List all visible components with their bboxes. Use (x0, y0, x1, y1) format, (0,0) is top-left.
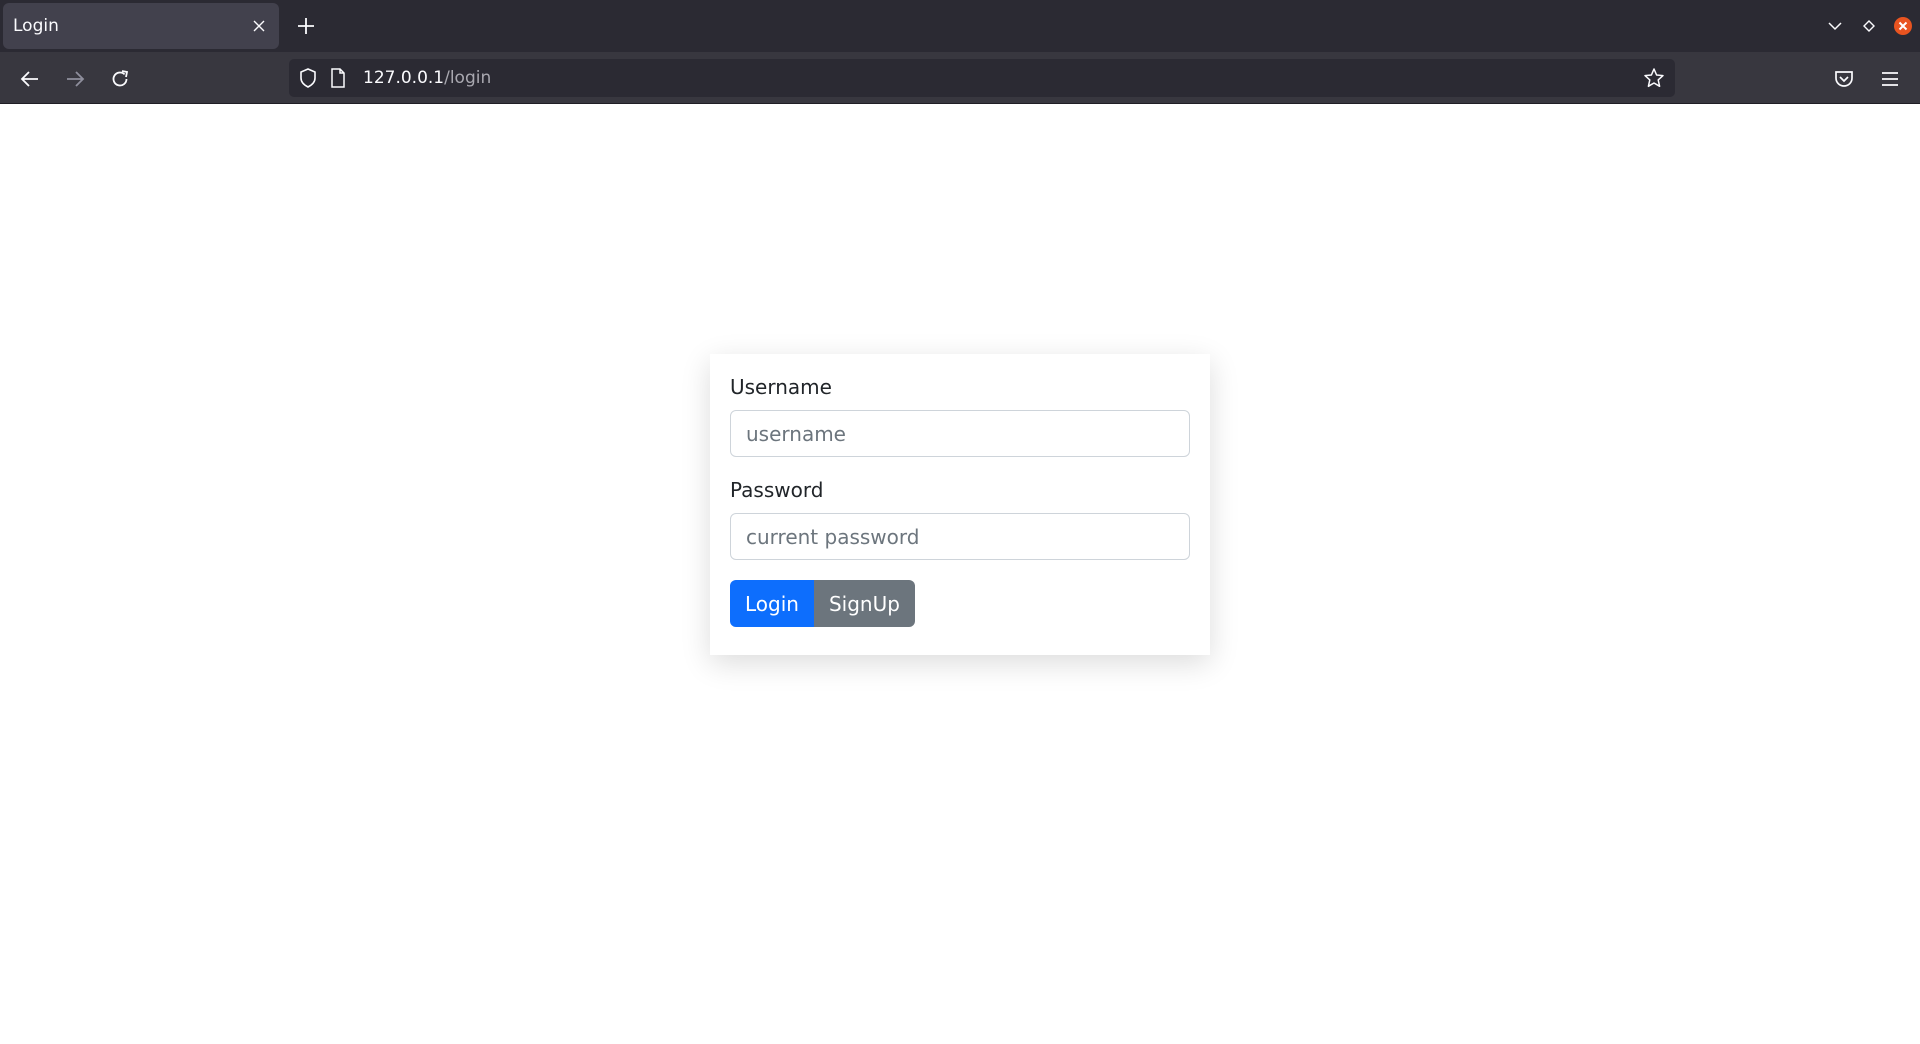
password-input[interactable] (730, 513, 1190, 560)
plus-icon[interactable] (294, 14, 318, 38)
reload-icon[interactable] (105, 64, 135, 94)
tabbar-controls (1818, 12, 1920, 40)
browser-tab-bar: Login (0, 0, 1920, 52)
button-row: Login SignUp (730, 580, 1190, 627)
tab-title: Login (13, 16, 59, 36)
forward-arrow-icon[interactable] (60, 64, 90, 94)
chevron-down-icon[interactable] (1818, 12, 1852, 40)
page-icon[interactable] (323, 59, 353, 97)
diamond-icon[interactable] (1852, 12, 1886, 40)
url-text: 127.0.0.1/login (353, 68, 491, 88)
username-label: Username (730, 375, 832, 399)
username-input[interactable] (730, 410, 1190, 457)
login-button[interactable]: Login (730, 580, 814, 627)
pocket-icon[interactable] (1829, 64, 1859, 94)
url-bar[interactable]: 127.0.0.1/login (289, 59, 1675, 97)
url-host: 127.0.0.1 (363, 68, 445, 88)
signup-button[interactable]: SignUp (813, 580, 915, 627)
password-group: Password (730, 477, 1190, 560)
hamburger-menu-icon[interactable] (1875, 64, 1905, 94)
close-icon[interactable] (249, 16, 269, 36)
browser-nav-bar: 127.0.0.1/login (0, 52, 1920, 104)
star-icon[interactable] (1641, 65, 1667, 91)
back-arrow-icon[interactable] (15, 64, 45, 94)
browser-tab[interactable]: Login (3, 3, 279, 49)
url-path: /login (444, 68, 492, 88)
shield-icon[interactable] (293, 59, 323, 97)
username-group: Username (730, 374, 1190, 457)
password-label: Password (730, 478, 824, 502)
firefox-close-badge-icon[interactable] (1886, 12, 1920, 40)
page-content: Username Password Login SignUp (0, 104, 1920, 1044)
login-card: Username Password Login SignUp (710, 354, 1210, 655)
